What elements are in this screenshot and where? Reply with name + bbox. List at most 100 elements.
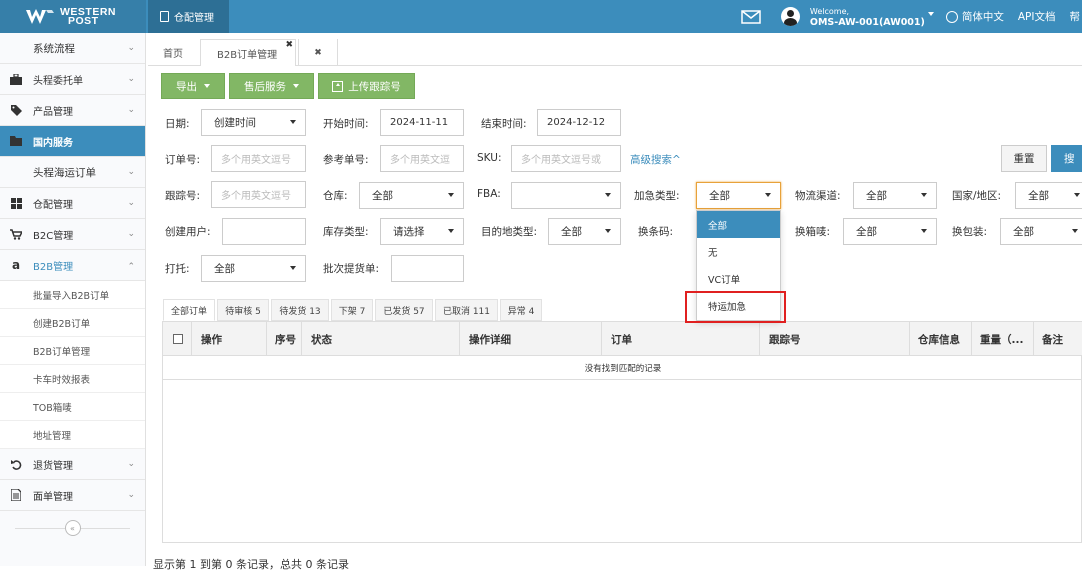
sidebar-sub-create-order[interactable]: 创建B2B订单	[0, 309, 145, 337]
start-time-input[interactable]: 2024-11-11	[380, 109, 464, 136]
caret-down-icon	[290, 266, 296, 270]
sidebar-item-returns[interactable]: 退货管理 ⌄	[0, 449, 145, 480]
stock-type-select[interactable]: 请选择	[380, 218, 464, 245]
brand-name: WESTERN POST	[60, 6, 116, 26]
page-tab-bar: 首页 B2B订单管理 ✖ ✖	[148, 37, 1082, 66]
tracking-input[interactable]: 多个用英文逗号	[211, 181, 306, 208]
column-header[interactable]: 状态	[311, 322, 332, 356]
close-all-tabs-icon[interactable]: ✖	[298, 39, 338, 66]
sidebar-item-label: 头程委托单	[33, 75, 83, 87]
divider	[80, 528, 130, 529]
avatar-icon	[780, 7, 800, 26]
brand-logo[interactable]: WESTERN POST	[0, 0, 146, 33]
close-tab-icon[interactable]: ✖	[285, 40, 293, 50]
sidebar: 系统流程 ⌄ 头程委托单 ⌄ 产品管理 ⌄ 国内服务 头程海运订单 ⌄ 仓配管理…	[0, 33, 146, 566]
tab-pending-review[interactable]: 待审核 5	[217, 299, 269, 321]
empty-message: 没有找到匹配的记录	[163, 356, 1082, 380]
pallet-label: 打托:	[165, 263, 190, 275]
reset-button[interactable]: 重置	[1001, 145, 1047, 172]
dropdown-option[interactable]: 全部	[697, 211, 780, 238]
sidebar-sub-batch-import[interactable]: 批量导入B2B订单	[0, 281, 145, 309]
channel-select[interactable]: 全部	[853, 182, 937, 209]
country-select[interactable]: 全部	[1015, 182, 1082, 209]
sidebar-item-first-leg[interactable]: 头程委托单 ⌄	[0, 64, 145, 95]
advanced-search-link[interactable]: 高级搜索^	[630, 152, 681, 167]
tab-b2b-orders[interactable]: B2B订单管理 ✖	[200, 39, 296, 66]
user-menu[interactable]: Welcome, OMS-AW-001(AW001)	[780, 6, 934, 28]
api-docs-link[interactable]: API文档	[1018, 9, 1056, 24]
start-time-label: 开始时间:	[323, 118, 369, 130]
export-button[interactable]: 导出	[161, 73, 225, 99]
warehouse-value: 全部	[372, 190, 393, 202]
upload-tracking-button[interactable]: 上传跟踪号	[318, 73, 415, 99]
sidebar-item-b2b[interactable]: a B2B管理 ⌃	[0, 250, 145, 281]
mail-icon[interactable]	[741, 9, 761, 24]
orders-table: 操作 序号 状态 操作详细 订单 跟踪号 仓库信息 重量（... 备注 没有找到…	[162, 321, 1082, 543]
tab-all-orders[interactable]: 全部订单	[163, 299, 215, 321]
urgent-type-select[interactable]: 全部	[696, 182, 781, 209]
tag-icon	[10, 104, 22, 116]
chevron-down-icon: ⌄	[127, 105, 135, 115]
module-tab-warehouse[interactable]: 仓配管理	[148, 0, 229, 33]
sidebar-sub-address[interactable]: 地址管理	[0, 421, 145, 449]
column-header[interactable]: 操作详细	[469, 322, 511, 356]
caret-down-icon	[293, 84, 299, 88]
creator-input[interactable]	[222, 218, 306, 245]
ref-no-input[interactable]: 多个用英文逗	[380, 145, 464, 172]
sidebar-item-domestic[interactable]: 国内服务	[0, 126, 145, 157]
batch-pickup-label: 批次提货单:	[323, 263, 380, 275]
sidebar-collapse: «	[0, 511, 145, 545]
column-header[interactable]: 跟踪号	[769, 322, 801, 356]
tab-off-shelf[interactable]: 下架 7	[331, 299, 373, 321]
column-header[interactable]: 重量（...	[980, 322, 1023, 356]
sidebar-sub-tob-label[interactable]: TOB箱唛	[0, 393, 145, 421]
dropdown-option[interactable]: VC订单	[697, 265, 780, 292]
channel-label: 物流渠道:	[795, 190, 841, 202]
batch-pickup-input[interactable]	[391, 255, 464, 282]
pallet-select[interactable]: 全部	[201, 255, 306, 282]
aftersales-button[interactable]: 售后服务	[229, 73, 314, 99]
help-link[interactable]: 帮	[1070, 9, 1081, 24]
sidebar-item-label: 系统流程	[33, 42, 75, 55]
collapse-sidebar-icon[interactable]: «	[64, 520, 81, 536]
order-no-input[interactable]: 多个用英文逗号	[211, 145, 306, 172]
stock-type-value: 请选择	[393, 226, 425, 238]
column-header[interactable]: 操作	[201, 322, 222, 356]
sidebar-item-label: 国内服务	[33, 137, 73, 149]
sidebar-item-system-flow[interactable]: 系统流程 ⌄	[0, 33, 145, 64]
sidebar-sub-truck-report[interactable]: 卡车时效报表	[0, 365, 145, 393]
end-time-input[interactable]: 2024-12-12	[537, 109, 621, 136]
sidebar-item-label: 退货管理	[33, 460, 73, 472]
tab-pending-shipment[interactable]: 待发货 13	[271, 299, 329, 321]
sidebar-item-warehouse[interactable]: 仓配管理 ⌄	[0, 188, 145, 219]
column-header[interactable]: 仓库信息	[918, 322, 960, 356]
tab-cancelled[interactable]: 已取消 111	[435, 299, 498, 321]
repack-select[interactable]: 全部	[1000, 218, 1082, 245]
destination-type-select[interactable]: 全部	[548, 218, 621, 245]
tab-home[interactable]: 首页	[148, 39, 198, 66]
sidebar-item-products[interactable]: 产品管理 ⌄	[0, 95, 145, 126]
search-button[interactable]: 搜	[1051, 145, 1082, 172]
date-type-select[interactable]: 创建时间	[201, 109, 306, 136]
language-switch[interactable]: 简体中文	[945, 9, 1004, 24]
relabel-select[interactable]: 全部	[843, 218, 937, 245]
column-header[interactable]: 序号	[275, 322, 296, 356]
sidebar-item-b2c[interactable]: B2C管理 ⌄	[0, 219, 145, 250]
column-header[interactable]: 备注	[1042, 322, 1063, 356]
tab-exception[interactable]: 异常 4	[500, 299, 542, 321]
tab-shipped[interactable]: 已发货 57	[375, 299, 433, 321]
sidebar-item-sea-orders[interactable]: 头程海运订单 ⌄	[0, 157, 145, 188]
sku-input[interactable]: 多个用英文逗号或	[511, 145, 621, 172]
dropdown-option[interactable]: 无	[697, 238, 780, 265]
relabel-label: 换箱唛:	[795, 226, 831, 238]
sidebar-sub-order-management[interactable]: B2B订单管理	[0, 337, 145, 365]
caret-down-icon	[1074, 193, 1080, 197]
sidebar-item-labels[interactable]: 面单管理 ⌄	[0, 480, 145, 511]
warehouse-select[interactable]: 全部	[359, 182, 464, 209]
chevron-up-icon: ⌃	[127, 262, 135, 272]
aftersales-label: 售后服务	[244, 80, 286, 93]
sidebar-item-label: 产品管理	[33, 106, 73, 118]
select-all-checkbox[interactable]	[173, 322, 183, 356]
fba-select[interactable]	[511, 182, 621, 209]
column-header[interactable]: 订单	[611, 322, 632, 356]
